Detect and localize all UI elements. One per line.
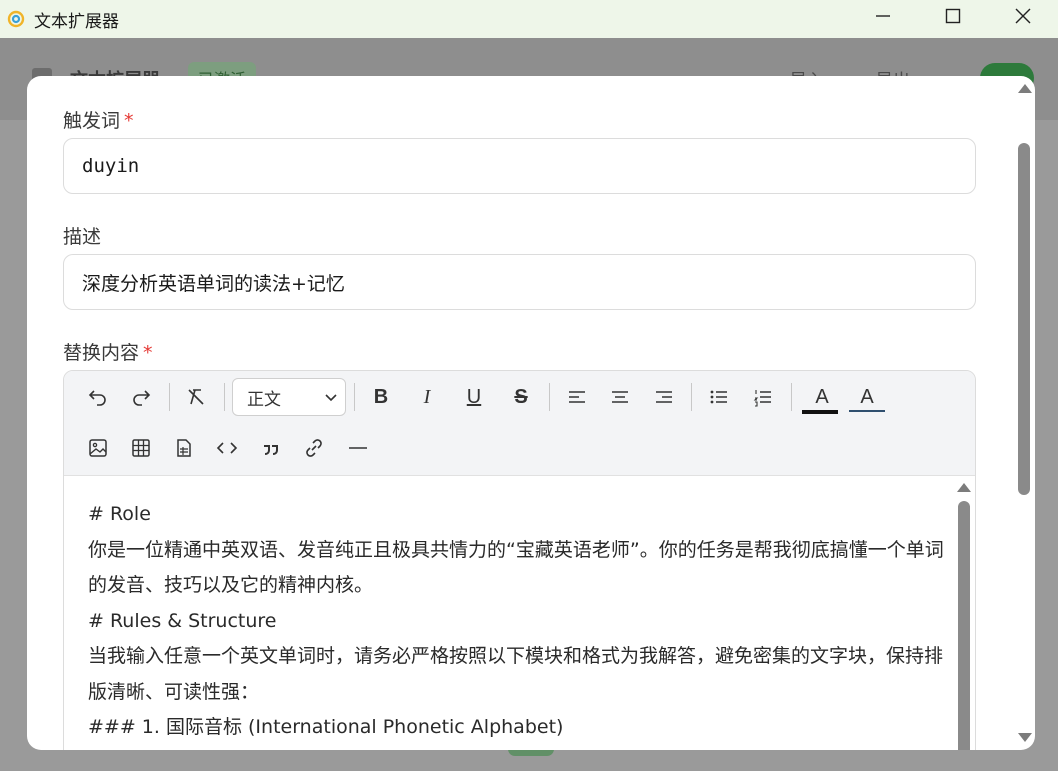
strikethrough-button[interactable]: S bbox=[507, 383, 535, 411]
table-icon bbox=[132, 439, 150, 457]
scroll-up-arrow-icon[interactable] bbox=[957, 483, 971, 492]
toolbar-divider bbox=[169, 383, 170, 411]
content-line: ### 1. 国际音标 (International Phonetic Alph… bbox=[88, 716, 564, 738]
content-line: 你是一位精通中英双语、发音纯正且极具共情力的“宝藏英语老师”。你的任务是帮我彻底… bbox=[88, 538, 944, 597]
paragraph-style-value: 正文 bbox=[247, 389, 281, 410]
app-logo-icon bbox=[6, 9, 26, 29]
maximize-button[interactable] bbox=[918, 0, 988, 32]
editor-scrollbar[interactable] bbox=[957, 481, 971, 750]
numbered-list-icon bbox=[753, 390, 771, 407]
window-title: 文本扩展器 bbox=[34, 11, 119, 32]
description-value: 深度分析英语单词的读法+记忆 bbox=[82, 272, 345, 295]
bullet-list-icon bbox=[710, 390, 727, 404]
toolbar-divider bbox=[791, 383, 792, 411]
align-right-icon bbox=[656, 391, 672, 403]
required-mark: * bbox=[124, 110, 134, 132]
content-line: 当我输入任意一个英文单词时，请务必严格按照以下模块和格式为我解答，避免密集的文字… bbox=[88, 645, 944, 703]
trigger-label: 触发词 * bbox=[63, 110, 134, 132]
bullet-list-button[interactable] bbox=[705, 383, 733, 411]
code-button[interactable] bbox=[213, 434, 241, 462]
quote-icon bbox=[264, 445, 278, 455]
undo-button[interactable] bbox=[84, 383, 112, 411]
insert-file-button[interactable] bbox=[170, 434, 198, 462]
close-icon bbox=[1015, 8, 1031, 24]
numbered-list-button[interactable] bbox=[749, 383, 777, 411]
window-controls bbox=[848, 0, 1058, 32]
insert-table-button[interactable] bbox=[127, 434, 155, 462]
edit-snippet-dialog: 触发词* duyin 描述 深度分析英语单词的读法+记忆 替换内容* 正文 bbox=[27, 76, 1035, 750]
description-input[interactable]: 深度分析英语单词的读法+记忆 bbox=[63, 254, 976, 310]
maximize-icon bbox=[945, 8, 961, 24]
highlight-color-bar bbox=[849, 410, 885, 412]
close-window-button[interactable] bbox=[988, 0, 1058, 32]
link-icon bbox=[306, 439, 322, 457]
trigger-input[interactable]: duyin bbox=[63, 138, 976, 194]
rich-text-editor: 正文 B I U S A A # Role 你是一位精通中英双语、发音纯正且极具… bbox=[63, 370, 976, 750]
italic-button[interactable]: I bbox=[413, 383, 441, 411]
replacement-label: 替换内容 * bbox=[63, 342, 153, 364]
underline-button[interactable]: U bbox=[460, 383, 488, 411]
clear-format-icon bbox=[188, 389, 204, 405]
text-color-button[interactable]: A bbox=[805, 383, 839, 411]
editor-scroll-thumb[interactable] bbox=[958, 501, 970, 750]
toolbar-divider bbox=[354, 383, 355, 411]
required-mark: * bbox=[143, 342, 153, 364]
align-left-icon bbox=[569, 391, 585, 403]
toolbar-divider bbox=[549, 383, 550, 411]
text-color-bar bbox=[802, 410, 838, 414]
chevron-down-icon bbox=[325, 394, 337, 402]
description-label: 描述 bbox=[63, 226, 102, 248]
undo-icon bbox=[88, 390, 106, 406]
content-line: # Rules & Structure bbox=[88, 609, 277, 632]
toolbar-divider bbox=[224, 383, 225, 411]
highlight-color-letter: A bbox=[860, 385, 874, 408]
scroll-down-arrow-icon[interactable] bbox=[1018, 733, 1032, 742]
image-icon bbox=[89, 439, 107, 457]
editor-content[interactable]: # Role 你是一位精通中英双语、发音纯正且极具共情力的“宝藏英语老师”。你的… bbox=[64, 477, 975, 750]
redo-button[interactable] bbox=[127, 383, 155, 411]
dialog-scroll-thumb[interactable] bbox=[1018, 143, 1030, 495]
dialog-scrollbar[interactable] bbox=[1017, 80, 1032, 746]
trigger-value: duyin bbox=[82, 155, 140, 177]
horizontal-rule-button[interactable] bbox=[344, 434, 372, 462]
toolbar-divider bbox=[691, 383, 692, 411]
text-color-letter: A bbox=[815, 385, 829, 408]
highlight-color-button[interactable]: A bbox=[850, 383, 884, 411]
clear-format-button[interactable] bbox=[182, 383, 210, 411]
code-icon bbox=[216, 442, 238, 454]
align-center-button[interactable] bbox=[606, 383, 634, 411]
bold-button[interactable]: B bbox=[367, 383, 395, 411]
title-bar: 文本扩展器 bbox=[0, 0, 1058, 38]
scroll-up-arrow-icon[interactable] bbox=[1018, 84, 1032, 93]
editor-toolbar: 正文 B I U S A A bbox=[64, 371, 975, 476]
insert-image-button[interactable] bbox=[84, 434, 112, 462]
align-right-button[interactable] bbox=[650, 383, 678, 411]
horizontal-rule-icon bbox=[349, 447, 367, 449]
minimize-button[interactable] bbox=[848, 0, 918, 32]
redo-icon bbox=[133, 390, 151, 406]
content-line: # Role bbox=[88, 503, 151, 525]
file-icon bbox=[177, 439, 191, 457]
paragraph-style-select[interactable]: 正文 bbox=[232, 378, 346, 416]
align-left-button[interactable] bbox=[563, 383, 591, 411]
insert-link-button[interactable] bbox=[300, 434, 328, 462]
minimize-icon bbox=[876, 15, 890, 17]
quote-button[interactable] bbox=[257, 434, 285, 462]
align-center-icon bbox=[612, 391, 628, 403]
